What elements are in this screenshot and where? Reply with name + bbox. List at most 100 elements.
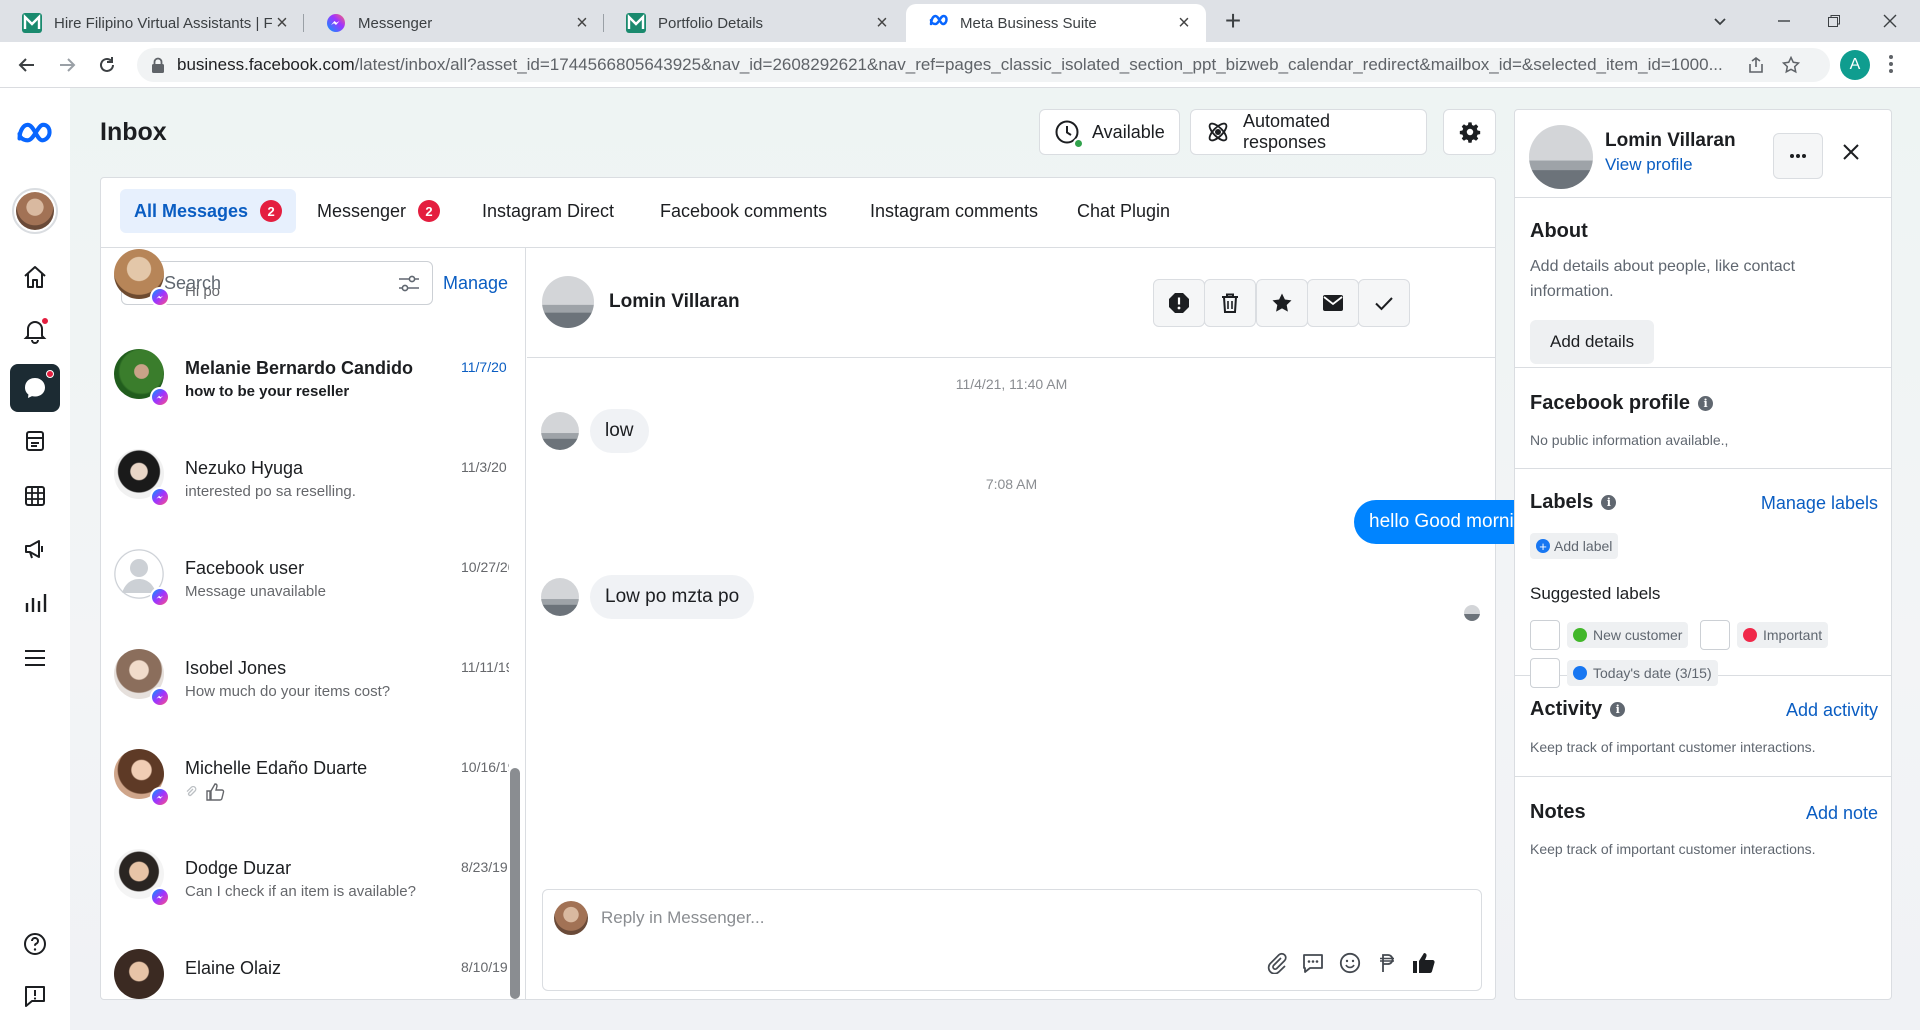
contact-avatar[interactable]	[542, 276, 594, 328]
browser-tab[interactable]: Portfolio Details ×	[604, 4, 904, 42]
activity-description: Keep track of important customer interac…	[1530, 739, 1816, 755]
about-description: Add details about people, like contact i…	[1530, 258, 1796, 300]
list-item[interactable]: Hi po	[101, 248, 511, 331]
conversation-thread: Lomin Villaran 11/4/21, 11:40 AM low 7:0…	[527, 248, 1550, 999]
tab-messenger[interactable]: Messenger 2	[303, 189, 454, 233]
suggested-label-chip[interactable]: New customer	[1567, 622, 1689, 648]
tab-search-icon[interactable]	[1700, 6, 1740, 36]
section-title: Activity i	[1530, 698, 1626, 721]
ads-megaphone-icon[interactable]	[15, 529, 55, 569]
info-icon[interactable]: i	[1601, 495, 1617, 510]
mark-unread-button[interactable]	[1307, 279, 1359, 327]
contact-name: Dodge Duzar	[185, 858, 292, 878]
page-avatar[interactable]	[12, 188, 58, 234]
delete-button[interactable]	[1204, 279, 1256, 327]
notifications-icon[interactable]	[15, 311, 55, 351]
view-profile-link[interactable]: View profile	[1605, 155, 1693, 175]
info-icon[interactable]: i	[1610, 702, 1626, 717]
add-details-button[interactable]: Add details	[1530, 320, 1655, 364]
contact-details-panel: Lomin Villaran View profile About Add de…	[1514, 109, 1892, 1000]
close-icon[interactable]	[1841, 142, 1861, 162]
browser-tab[interactable]: Messenger ×	[304, 4, 604, 42]
add-note-link[interactable]: Add note	[1806, 803, 1878, 824]
new-tab-button[interactable]: +	[1218, 5, 1248, 36]
tab-facebook-comments[interactable]: Facebook comments	[646, 189, 841, 233]
avatar	[114, 949, 164, 999]
message-bubble-incoming[interactable]: Low po mzta po	[590, 575, 755, 619]
list-scrollbar[interactable]	[510, 768, 520, 999]
notes-description: Keep track of important customer interac…	[1530, 841, 1816, 857]
thumbs-up-send-icon[interactable]	[1409, 948, 1439, 978]
back-icon[interactable]	[12, 50, 42, 80]
lock-icon[interactable]	[151, 57, 165, 73]
message-bubble-incoming[interactable]: low	[590, 409, 649, 453]
add-label-text: Add label	[1554, 538, 1613, 554]
help-icon[interactable]	[15, 924, 55, 964]
close-tab-icon[interactable]: ×	[572, 12, 592, 34]
home-icon[interactable]	[15, 257, 55, 297]
tab-instagram-comments[interactable]: Instagram comments	[856, 189, 1052, 233]
reload-icon[interactable]	[92, 50, 122, 80]
mark-done-button[interactable]	[1358, 279, 1410, 327]
info-icon[interactable]: i	[1698, 396, 1714, 411]
planner-table-icon[interactable]	[15, 476, 55, 516]
message-date: 8/10/19	[461, 959, 508, 975]
feedback-icon[interactable]	[15, 976, 55, 1016]
thread-contact-name[interactable]: Lomin Villaran	[609, 291, 740, 313]
timestamp: 7:08 AM	[985, 476, 1038, 492]
manage-labels-link[interactable]: Manage labels	[1761, 493, 1878, 514]
posts-icon[interactable]	[15, 421, 55, 461]
saved-replies-icon[interactable]	[1298, 948, 1328, 978]
thread-header: Lomin Villaran	[527, 248, 1496, 358]
list-item[interactable]: Nezuko Hyuga interested po sa reselling.…	[101, 431, 511, 531]
contact-avatar[interactable]	[1529, 125, 1593, 189]
close-tab-icon[interactable]: ×	[1174, 12, 1194, 34]
availability-button[interactable]: Available	[1039, 109, 1180, 155]
tab-all-messages[interactable]: All Messages 2	[120, 189, 297, 233]
tab-instagram-direct[interactable]: Instagram Direct	[468, 189, 628, 233]
suggested-label-chip[interactable]: Important	[1737, 622, 1829, 648]
browser-tab-active[interactable]: Meta Business Suite ×	[906, 4, 1206, 42]
add-activity-link[interactable]: Add activity	[1786, 700, 1878, 721]
list-item[interactable]: Elaine Olaiz 8/10/19	[101, 931, 511, 999]
close-window-icon[interactable]	[1870, 6, 1910, 36]
tab-chat-plugin[interactable]: Chat Plugin	[1063, 189, 1184, 233]
available-status-dot	[1073, 138, 1084, 149]
reply-box[interactable]: Reply in Messenger...	[542, 889, 1482, 991]
list-item[interactable]: Facebook user Message unavailable 10/27/…	[101, 531, 511, 631]
minimize-icon[interactable]	[1764, 6, 1804, 36]
more-options-button[interactable]	[1773, 133, 1823, 179]
browser-profile-avatar[interactable]: A	[1840, 50, 1870, 80]
label-checkbox[interactable]	[1700, 620, 1730, 650]
close-tab-icon[interactable]: ×	[272, 12, 292, 34]
inbox-icon[interactable]	[10, 364, 60, 412]
emoji-icon[interactable]	[1335, 948, 1365, 978]
insights-chart-icon[interactable]	[15, 583, 55, 623]
list-item[interactable]: Isobel Jones How much do your items cost…	[101, 631, 511, 731]
share-icon[interactable]	[1747, 56, 1765, 74]
activity-section: Activity i Add activity Keep track of imp…	[1515, 676, 1891, 777]
bookmark-star-icon[interactable]	[1782, 56, 1800, 74]
list-item[interactable]: Dodge Duzar Can I check if an item is av…	[101, 831, 511, 931]
star-button[interactable]	[1256, 279, 1308, 327]
peso-payment-icon[interactable]	[1372, 948, 1402, 978]
browser-tabstrip: Hire Filipino Virtual Assistants | Fi × …	[0, 0, 1920, 42]
forward-icon[interactable]	[52, 50, 82, 80]
mark-spam-button[interactable]	[1153, 279, 1205, 327]
restore-icon[interactable]	[1814, 6, 1854, 36]
inbox-settings-button[interactable]	[1443, 109, 1496, 155]
all-tools-menu-icon[interactable]	[15, 638, 55, 678]
section-title: Notes	[1530, 801, 1586, 823]
address-bar[interactable]: business.facebook.com/latest/inbox/all?a…	[137, 48, 1830, 82]
automated-responses-button[interactable]: Automated responses	[1190, 109, 1427, 155]
contact-name: Nezuko Hyuga	[185, 458, 304, 478]
list-item[interactable]: Michelle Edaño Duarte 10/16/19	[101, 731, 511, 831]
list-item[interactable]: Melanie Bernardo Candido how to be your …	[101, 331, 511, 431]
browser-tab[interactable]: Hire Filipino Virtual Assistants | Fi ×	[0, 4, 304, 42]
label-checkbox[interactable]	[1530, 620, 1560, 650]
browser-menu-icon[interactable]	[1888, 52, 1894, 76]
meta-logo-icon[interactable]	[15, 113, 55, 153]
close-tab-icon[interactable]: ×	[872, 12, 892, 34]
attachment-icon[interactable]	[1262, 948, 1292, 978]
add-label-button[interactable]: + Add label	[1530, 533, 1619, 559]
